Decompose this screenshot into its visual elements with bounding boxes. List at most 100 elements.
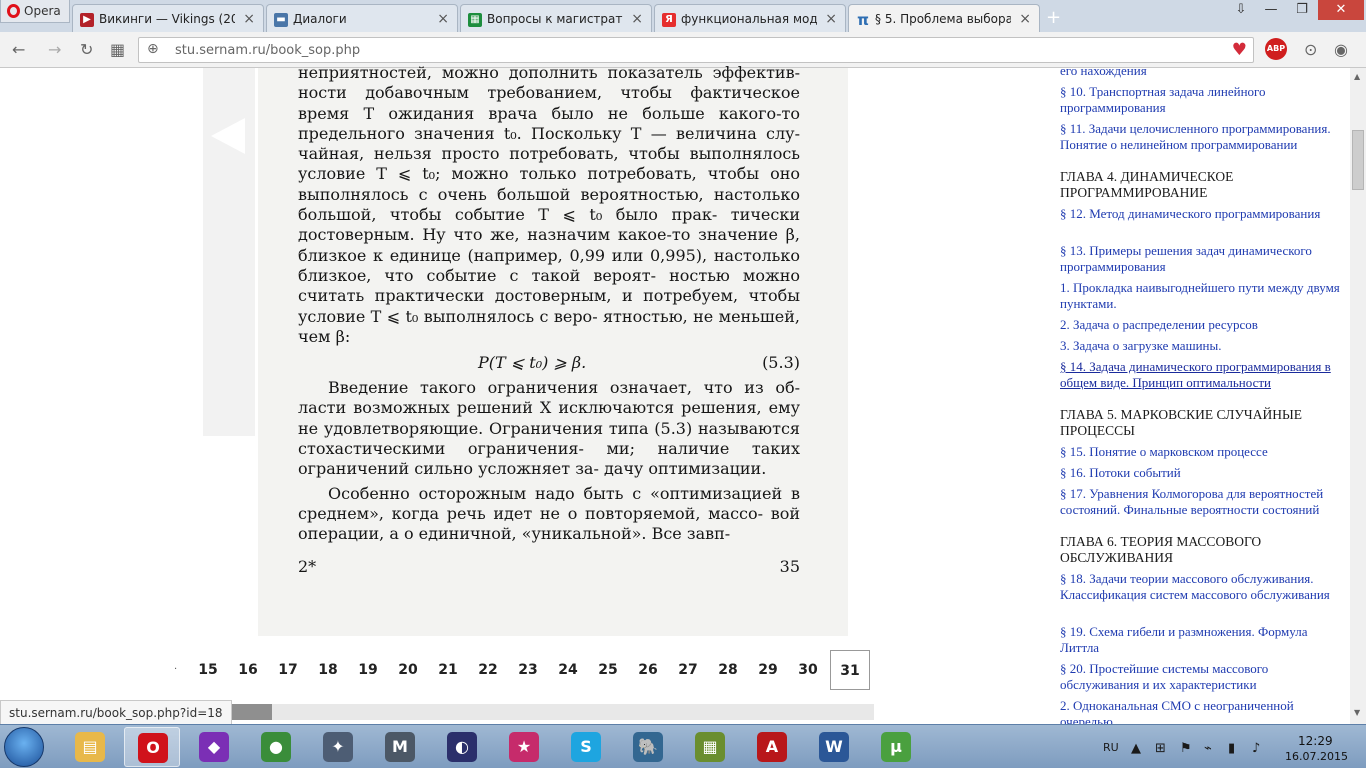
- flag-icon[interactable]: ⚑: [1180, 741, 1192, 756]
- new-tab-button[interactable]: +: [1046, 7, 1061, 28]
- pager-prev-dot[interactable]: ·: [174, 664, 177, 675]
- speed-dial-icon[interactable]: ▦: [110, 40, 125, 59]
- download-icon[interactable]: ⊙: [1304, 40, 1317, 59]
- toc-chapter-heading: ГЛАВА 5. МАРКОВСКИЕ СЛУЧАЙНЫЕ ПРОЦЕССЫ: [1060, 407, 1302, 438]
- tab-book-section[interactable]: π § 5. Проблема выбора ре ×: [848, 4, 1040, 32]
- scroll-down-icon[interactable]: ▼: [1354, 708, 1360, 717]
- page-link[interactable]: 19: [348, 650, 388, 690]
- page-link[interactable]: 15: [188, 650, 228, 690]
- toc-link[interactable]: § 13. Примеры решения задач динамическог…: [1060, 243, 1346, 275]
- page-link[interactable]: 30: [788, 650, 828, 690]
- toc-link[interactable]: 1. Прокладка наивыгоднейшего пути между …: [1060, 280, 1346, 312]
- action-center-icon[interactable]: ⊞: [1155, 741, 1166, 756]
- reload-icon[interactable]: ↻: [80, 40, 93, 59]
- toc-link[interactable]: § 16. Потоки событий: [1060, 465, 1346, 481]
- opera-icon: O: [138, 733, 168, 763]
- taskbar-word-button[interactable]: W: [806, 727, 862, 767]
- maximize-button[interactable]: ❐: [1287, 0, 1317, 20]
- network-signal-icon[interactable]: ▮: [1228, 741, 1235, 756]
- vertical-scrollbar[interactable]: ▲ ▼: [1350, 68, 1366, 724]
- close-icon[interactable]: ×: [437, 11, 449, 27]
- toc-link[interactable]: § 19. Схема гибели и размножения. Формул…: [1060, 624, 1346, 656]
- tab-menu-icon[interactable]: ⇩: [1228, 0, 1254, 20]
- toc-link[interactable]: § 12. Метод динамического программирован…: [1060, 206, 1346, 222]
- book-page-scan: неприятностей, можно дополнить показател…: [258, 63, 848, 636]
- address-text[interactable]: stu.sernam.ru/book_sop.php: [175, 43, 360, 58]
- tab-title: Викинги — Vikings (2013): [99, 12, 235, 26]
- page-link[interactable]: 25: [588, 650, 628, 690]
- close-icon[interactable]: ×: [1019, 11, 1031, 27]
- tab-functional-model[interactable]: Я функциональная модель ×: [654, 4, 846, 32]
- page-link[interactable]: 17: [268, 650, 308, 690]
- globe-icon[interactable]: ⊕: [147, 41, 159, 57]
- taskbar-acrobat-button[interactable]: A: [744, 727, 800, 767]
- tab-dialogs[interactable]: ▬ Диалоги ×: [266, 4, 458, 32]
- formula: P(T ⩽ t₀) ⩾ β.: [478, 353, 587, 373]
- volume-icon[interactable]: ♪: [1252, 741, 1260, 756]
- toc-link[interactable]: его нахождения: [1060, 68, 1346, 79]
- page-link[interactable]: 26: [628, 650, 668, 690]
- taskbar-star-app-button[interactable]: ★: [496, 727, 552, 767]
- tray-expand-icon[interactable]: ▲: [1131, 741, 1141, 756]
- page-link[interactable]: 27: [668, 650, 708, 690]
- close-icon[interactable]: ×: [825, 11, 837, 27]
- toc-link[interactable]: § 10. Транспортная задача линейного прог…: [1060, 84, 1346, 116]
- chat-favicon-icon: ▬: [274, 13, 288, 27]
- adblock-icon[interactable]: ABP: [1265, 38, 1287, 60]
- page-link[interactable]: 24: [548, 650, 588, 690]
- close-window-button[interactable]: ✕: [1318, 0, 1364, 20]
- address-bar[interactable]: ⊕ stu.sernam.ru/book_sop.php ♥: [138, 37, 1254, 63]
- page-link[interactable]: 21: [428, 650, 468, 690]
- taskbar-eclipse-button[interactable]: ◐: [434, 727, 490, 767]
- taskbar-satellite-button[interactable]: ✦: [310, 727, 366, 767]
- taskbar-postgres-button[interactable]: 🐘: [620, 727, 676, 767]
- toc-link[interactable]: 2. Задача о распределении ресурсов: [1060, 317, 1346, 333]
- taskbar-utorrent-button[interactable]: µ: [868, 727, 924, 767]
- forward-arrow-icon[interactable]: →: [48, 40, 61, 59]
- taskbar-explorer-button[interactable]: ▤: [62, 727, 118, 767]
- toc-link[interactable]: § 15. Понятие о марковском процессе: [1060, 444, 1346, 460]
- clock-date[interactable]: 16.07.2015: [1285, 750, 1348, 763]
- taskbar-visual-studio-button[interactable]: ◆: [186, 727, 242, 767]
- taskbar-chart-app-button[interactable]: ▦: [682, 727, 738, 767]
- back-arrow-icon[interactable]: ←: [12, 40, 25, 59]
- page-link[interactable]: 23: [508, 650, 548, 690]
- minimize-button[interactable]: —: [1256, 0, 1286, 20]
- page-link[interactable]: 20: [388, 650, 428, 690]
- toc-link[interactable]: § 20. Простейшие системы массового обслу…: [1060, 661, 1346, 693]
- taskbar-opera-button[interactable]: O: [124, 727, 180, 767]
- power-icon[interactable]: ⌁: [1204, 741, 1212, 756]
- close-icon[interactable]: ×: [631, 11, 643, 27]
- toc-link[interactable]: § 17. Уравнения Колмогорова для вероятно…: [1060, 486, 1346, 518]
- toc-link[interactable]: 3. Задача о загрузке машины.: [1060, 338, 1346, 354]
- page-link[interactable]: 16: [228, 650, 268, 690]
- account-icon[interactable]: ◉: [1334, 40, 1348, 59]
- page-link[interactable]: 28: [708, 650, 748, 690]
- toc-link[interactable]: § 18. Задачи теории массового обслуживан…: [1060, 571, 1346, 603]
- language-indicator[interactable]: RU: [1103, 741, 1119, 754]
- page-link-current[interactable]: 31: [830, 650, 870, 690]
- toc-link[interactable]: § 14. Задача динамического программирова…: [1060, 359, 1346, 391]
- scrollbar-thumb[interactable]: [1352, 130, 1364, 190]
- previous-arrow-icon[interactable]: [211, 118, 245, 154]
- tab-questions[interactable]: ▦ Вопросы к магистратуре ×: [460, 4, 652, 32]
- toc-link[interactable]: § 11. Задачи целочисленного программиров…: [1060, 121, 1346, 153]
- tab-vikings[interactable]: ▶ Викинги — Vikings (2013) ×: [72, 4, 264, 32]
- opera-logo-icon: [7, 4, 20, 18]
- clock-time[interactable]: 12:29: [1298, 734, 1333, 748]
- scroll-up-icon[interactable]: ▲: [1354, 72, 1360, 81]
- toc-chapter-heading: ГЛАВА 6. ТЕОРИЯ МАССОВОГО ОБСЛУЖИВАНИЯ: [1060, 534, 1262, 565]
- taskbar-chrome-button[interactable]: ●: [248, 727, 304, 767]
- page-link[interactable]: 18: [308, 650, 348, 690]
- heart-icon[interactable]: ♥: [1232, 40, 1247, 60]
- start-button[interactable]: [4, 727, 44, 767]
- page-link[interactable]: 22: [468, 650, 508, 690]
- opera-menu-button[interactable]: Opera: [0, 0, 70, 23]
- pager-scrollbar[interactable]: [222, 704, 874, 720]
- previous-page-panel[interactable]: [203, 68, 255, 436]
- taskbar-m-app-button[interactable]: M: [372, 727, 428, 767]
- close-icon[interactable]: ×: [243, 11, 255, 27]
- taskbar-skype-button[interactable]: S: [558, 727, 614, 767]
- toc-link[interactable]: 2. Одноканальная СМО с неограниченной оч…: [1060, 698, 1346, 724]
- page-link[interactable]: 29: [748, 650, 788, 690]
